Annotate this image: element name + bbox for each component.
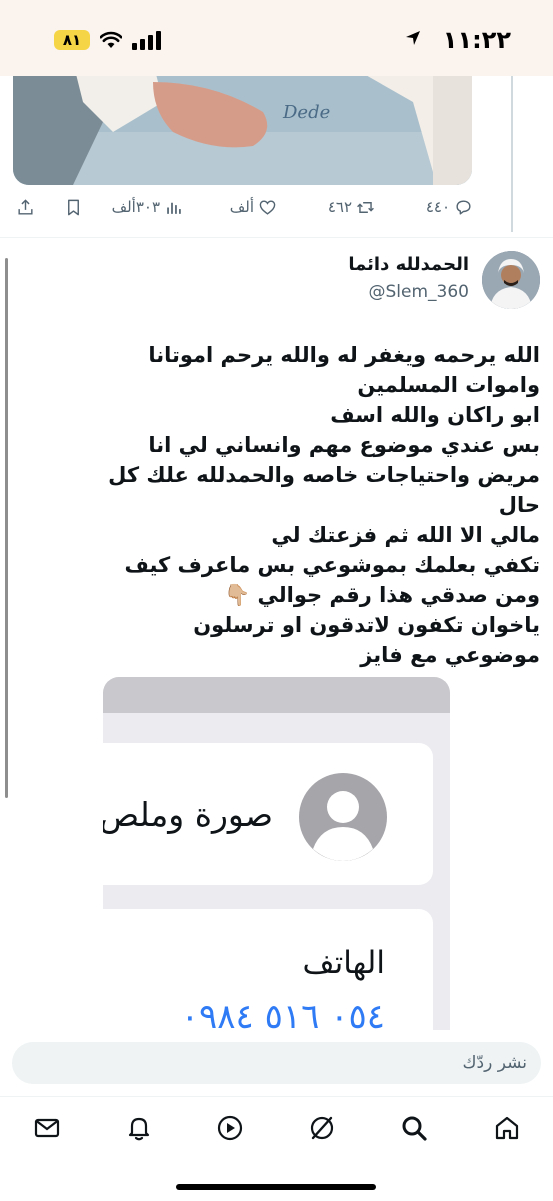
mail-icon <box>34 1118 60 1138</box>
contact-card: صورة وملص <box>103 743 433 885</box>
tweet-media-image[interactable]: Dede <box>13 62 472 185</box>
clock: ١١:٢٢ <box>442 26 511 54</box>
tweet-actions: ٤٤٠ ٤٦٢ ألف ٣٠٣ألف <box>0 192 553 226</box>
like-action[interactable]: ألف <box>230 192 277 222</box>
scrollbar[interactable] <box>5 258 8 798</box>
author-handle[interactable]: @Slem_360 <box>369 282 469 302</box>
retweet-action[interactable]: ٤٦٢ <box>328 192 375 222</box>
tab-messages[interactable] <box>30 1111 64 1145</box>
reply-input[interactable]: نشر ردّك <box>12 1042 541 1084</box>
media-photo <box>13 62 472 185</box>
phone-label: الهاتف <box>302 945 385 981</box>
reply-icon <box>456 199 471 215</box>
tweet-text: الله يرحمه ويغفر له والله يرحم اموتانا و… <box>108 343 540 667</box>
home-indicator <box>176 1184 376 1190</box>
avatar-photo <box>482 251 540 309</box>
embedded-header-bar <box>103 677 450 713</box>
signal-icon <box>132 31 161 50</box>
tab-home[interactable] <box>490 1111 524 1145</box>
home-icon <box>495 1116 519 1140</box>
author-name[interactable]: الحمدلله دائما <box>348 254 469 275</box>
search-icon <box>402 1116 427 1141</box>
avatar[interactable] <box>482 251 540 309</box>
retweet-count: ٤٦٢ <box>327 198 352 216</box>
tab-search[interactable] <box>397 1111 431 1145</box>
bookmark-icon <box>68 199 79 215</box>
like-count: ألف <box>229 198 254 216</box>
retweet-icon <box>357 201 374 213</box>
tab-notifications[interactable] <box>122 1111 156 1145</box>
status-bar: ٨١ ١١:٢٢ <box>0 0 553 76</box>
tweet-embedded-image[interactable]: صورة وملص الهاتف ٠٥٤ ٥١٦ ٠٩٨٤ <box>103 677 450 1033</box>
location-arrow-icon <box>406 31 420 45</box>
share-action[interactable] <box>16 192 35 222</box>
bell-icon <box>128 1117 150 1141</box>
phone-card: الهاتف ٠٥٤ ٥١٦ ٠٩٨٤ <box>103 909 433 1033</box>
tab-video[interactable] <box>213 1111 247 1145</box>
video-icon <box>217 1115 243 1141</box>
media-watermark: Dede <box>283 102 331 123</box>
views-action[interactable]: ٣٠٣ألف <box>112 192 183 222</box>
grok-icon <box>310 1116 334 1140</box>
views-count: ٣٠٣ألف <box>111 198 160 216</box>
battery-indicator: ٨١ <box>54 30 90 50</box>
tweet-divider <box>0 237 553 238</box>
bookmark-action[interactable] <box>64 192 83 222</box>
phone-number: ٠٥٤ ٥١٦ ٠٩٨٤ <box>180 997 385 1033</box>
heart-icon <box>259 199 276 215</box>
views-icon <box>167 202 181 214</box>
tab-grok[interactable] <box>305 1111 339 1145</box>
wifi-icon <box>100 31 122 48</box>
contact-line: صورة وملص <box>103 795 273 834</box>
reply-bar: نشر ردّك <box>0 1030 553 1092</box>
contact-avatar-icon <box>299 773 387 861</box>
reply-action[interactable]: ٤٤٠ <box>426 192 473 222</box>
share-icon <box>18 198 33 215</box>
reply-count: ٤٤٠ <box>425 198 450 216</box>
